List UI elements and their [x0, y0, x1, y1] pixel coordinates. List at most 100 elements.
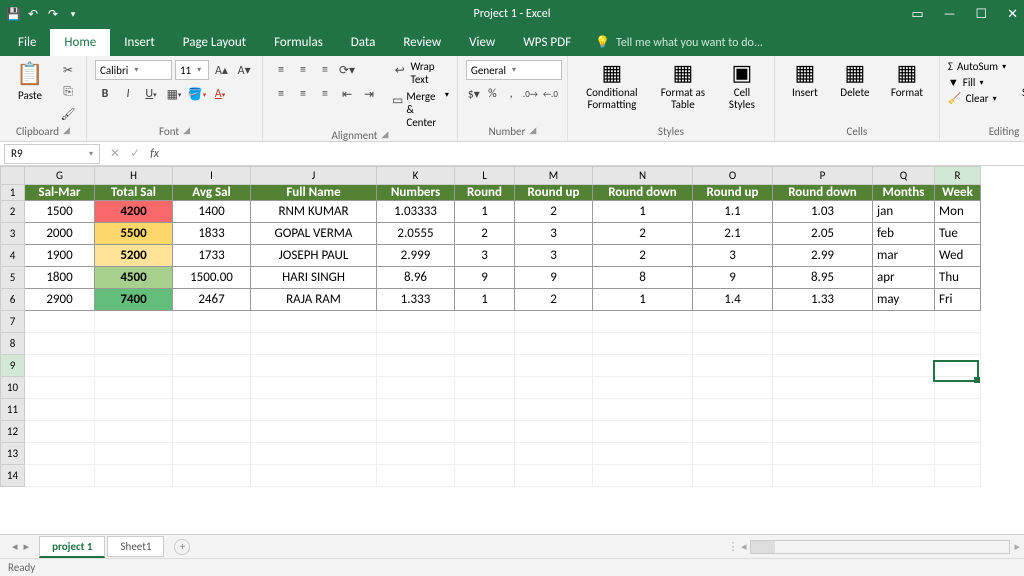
cell[interactable]: [377, 465, 455, 487]
cell[interactable]: [873, 465, 935, 487]
sort-filter-button[interactable]: ⇅Sort & Filter: [1012, 60, 1024, 111]
align-right-button[interactable]: ≡: [315, 84, 335, 104]
cell[interactable]: apr: [873, 267, 935, 289]
cell[interactable]: [773, 377, 873, 399]
tab-view[interactable]: View: [455, 29, 509, 56]
cell[interactable]: [773, 465, 873, 487]
autosum-button[interactable]: ΣAutoSum▾: [948, 60, 1006, 73]
cell[interactable]: RAJA RAM: [251, 289, 377, 311]
redo-icon[interactable]: ↷: [46, 7, 60, 22]
cell[interactable]: [173, 421, 251, 443]
row-header-14[interactable]: 14: [1, 465, 25, 487]
number-format-combo[interactable]: General▾: [466, 60, 562, 80]
cell[interactable]: [25, 421, 95, 443]
col-header-M[interactable]: M: [515, 167, 593, 185]
cell[interactable]: [693, 333, 773, 355]
cell[interactable]: [593, 377, 693, 399]
alignment-launcher[interactable]: ◢: [381, 129, 388, 142]
font-color-button[interactable]: A▾: [210, 84, 230, 104]
cell[interactable]: [593, 399, 693, 421]
font-name-combo[interactable]: Calibri▾: [95, 60, 172, 80]
cell[interactable]: [693, 465, 773, 487]
copy-button[interactable]: ⎘: [58, 82, 78, 102]
cell[interactable]: [773, 421, 873, 443]
maximize-button[interactable]: ☐: [975, 7, 987, 22]
cell[interactable]: [25, 399, 95, 421]
borders-button[interactable]: ▦▾: [164, 84, 184, 104]
cell[interactable]: [173, 311, 251, 333]
cell[interactable]: [173, 377, 251, 399]
cell[interactable]: 4500: [95, 267, 173, 289]
cell[interactable]: 3: [515, 245, 593, 267]
cell[interactable]: 9: [455, 267, 515, 289]
cell[interactable]: [693, 421, 773, 443]
cell[interactable]: [873, 399, 935, 421]
cell[interactable]: 1.33: [773, 289, 873, 311]
cell[interactable]: 1733: [173, 245, 251, 267]
cell[interactable]: 2.05: [773, 223, 873, 245]
cell[interactable]: [173, 399, 251, 421]
cell[interactable]: [593, 443, 693, 465]
cell[interactable]: [515, 443, 593, 465]
header-cell[interactable]: Round down: [773, 185, 873, 201]
cell[interactable]: JOSEPH PAUL: [251, 245, 377, 267]
font-size-combo[interactable]: 11▾: [175, 60, 209, 80]
cell[interactable]: [455, 465, 515, 487]
cell[interactable]: 2.1: [693, 223, 773, 245]
cell[interactable]: [455, 355, 515, 377]
cell[interactable]: [935, 377, 981, 399]
bold-button[interactable]: B: [95, 84, 115, 104]
cell[interactable]: [593, 465, 693, 487]
cell[interactable]: 8.95: [773, 267, 873, 289]
header-cell[interactable]: Round up: [515, 185, 593, 201]
cell[interactable]: [593, 421, 693, 443]
cell[interactable]: [515, 421, 593, 443]
cancel-formula-icon[interactable]: ✕: [110, 146, 120, 161]
cell[interactable]: [455, 311, 515, 333]
cell[interactable]: 2: [515, 289, 593, 311]
cell[interactable]: [935, 443, 981, 465]
row-header-5[interactable]: 5: [1, 267, 25, 289]
cell[interactable]: HARI SINGH: [251, 267, 377, 289]
header-cell[interactable]: Round up: [693, 185, 773, 201]
cell[interactable]: [95, 421, 173, 443]
tab-formulas[interactable]: Formulas: [260, 29, 337, 56]
sheet-tab-1[interactable]: Sheet1: [107, 536, 164, 557]
cell[interactable]: 2467: [173, 289, 251, 311]
cell[interactable]: [935, 311, 981, 333]
cell[interactable]: [25, 311, 95, 333]
align-bottom-button[interactable]: ≡: [315, 60, 335, 80]
cell[interactable]: 1800: [25, 267, 95, 289]
cell[interactable]: 1900: [25, 245, 95, 267]
horizontal-scrollbar[interactable]: [750, 540, 1010, 554]
sheet-nav-first[interactable]: ◂: [12, 540, 18, 553]
cell-styles-button[interactable]: ▣Cell Styles: [718, 60, 766, 111]
align-top-button[interactable]: ≡: [271, 60, 291, 80]
cell[interactable]: [935, 399, 981, 421]
cell[interactable]: [377, 421, 455, 443]
header-cell[interactable]: Full Name: [251, 185, 377, 201]
cell[interactable]: [95, 377, 173, 399]
row-header-11[interactable]: 11: [1, 399, 25, 421]
cell[interactable]: 2000: [25, 223, 95, 245]
decrease-font-button[interactable]: A▾: [234, 60, 254, 80]
col-header-N[interactable]: N: [593, 167, 693, 185]
tab-review[interactable]: Review: [389, 29, 455, 56]
cell[interactable]: [773, 333, 873, 355]
format-cells-button[interactable]: ▦Format: [883, 60, 931, 99]
sheet-nav-last[interactable]: ▸: [24, 540, 30, 553]
header-cell[interactable]: Round: [455, 185, 515, 201]
row-header-6[interactable]: 6: [1, 289, 25, 311]
col-header-K[interactable]: K: [377, 167, 455, 185]
cut-button[interactable]: ✂: [58, 60, 78, 80]
cell[interactable]: [25, 333, 95, 355]
cell[interactable]: [593, 355, 693, 377]
row-header-4[interactable]: 4: [1, 245, 25, 267]
tab-file[interactable]: File: [4, 29, 50, 56]
cell[interactable]: [377, 443, 455, 465]
align-middle-button[interactable]: ≡: [293, 60, 313, 80]
tab-home[interactable]: Home: [50, 29, 110, 56]
cell[interactable]: [455, 421, 515, 443]
cell[interactable]: [455, 377, 515, 399]
row-header-7[interactable]: 7: [1, 311, 25, 333]
